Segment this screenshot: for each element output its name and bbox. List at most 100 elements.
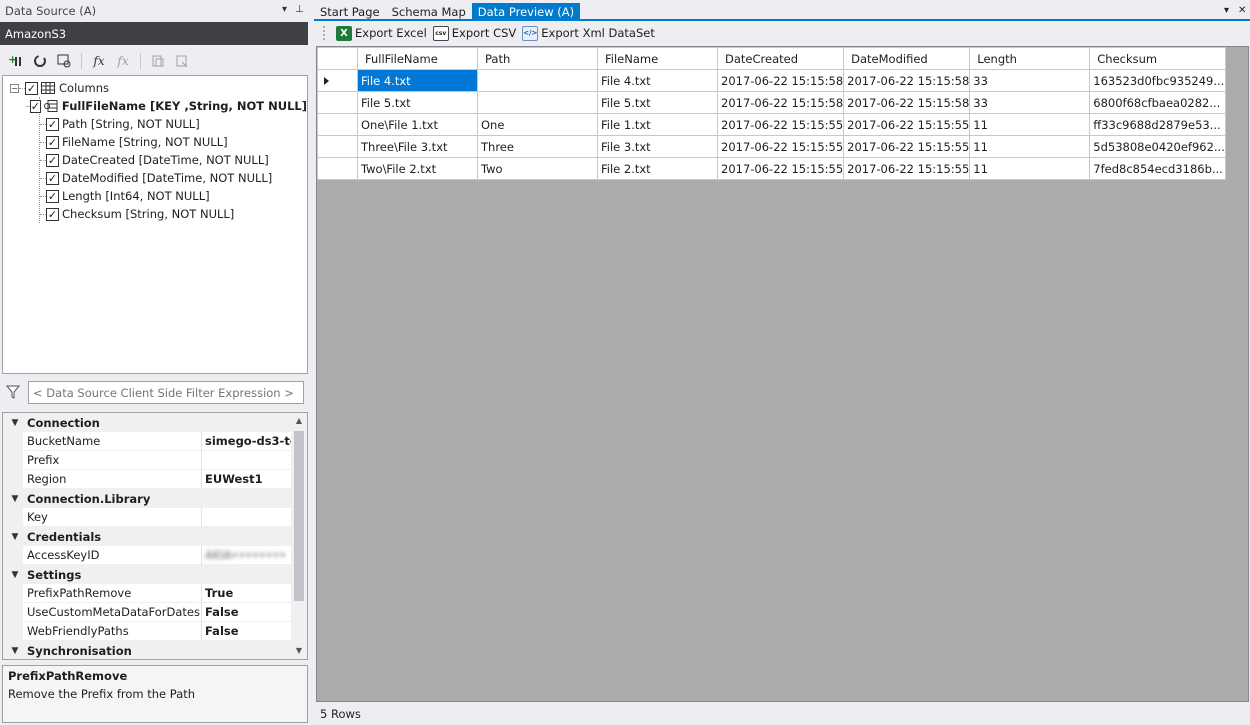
copy-icon[interactable] xyxy=(148,51,168,71)
grid-cell[interactable]: File 4.txt xyxy=(597,69,718,92)
grid-cell[interactable]: File 5.txt xyxy=(357,91,478,114)
column-header[interactable]: DateModified xyxy=(843,47,971,70)
tree-column-item[interactable]: ✓ FullFileName [KEY ,String, NOT NULL] xyxy=(3,97,307,115)
tree-column-item[interactable]: ✓ DateCreated [DateTime, NOT NULL] xyxy=(3,151,307,169)
column-header[interactable]: Path xyxy=(477,47,598,70)
property-row[interactable]: UseCustomMetaDataForDates False xyxy=(3,602,293,622)
scroll-up-icon[interactable]: ▲ xyxy=(291,413,307,429)
property-value[interactable]: simego-ds3-tes xyxy=(202,434,292,448)
tree-column-item[interactable]: ✓ FileName [String, NOT NULL] xyxy=(3,133,307,151)
grid-cell[interactable]: 2017-06-22 15:15:58 xyxy=(716,91,845,114)
column-checkbox[interactable]: ✓ xyxy=(29,99,41,113)
property-value[interactable]: True xyxy=(202,586,292,600)
chevron-down-icon[interactable]: ▼ xyxy=(3,646,27,656)
tab-dropdown-icon[interactable]: ▾ xyxy=(1224,5,1229,16)
grid-cell[interactable]: 2017-06-22 15:15:58 xyxy=(843,69,971,92)
grid-cell[interactable]: File 1.txt xyxy=(597,113,718,136)
export-csv-button[interactable]: csv Export CSV xyxy=(432,23,516,43)
table-row[interactable]: Two\File 2.txt Two File 2.txt 2017-06-22… xyxy=(317,157,1226,180)
chevron-down-icon[interactable]: ▼ xyxy=(3,418,27,428)
grid-cell[interactable]: 6800f68cfbaea0282... xyxy=(1089,91,1226,114)
tree-column-item[interactable]: ✓ Path [String, NOT NULL] xyxy=(3,115,307,133)
property-value[interactable]: False xyxy=(202,605,292,619)
property-scrollbar[interactable]: ▲ ▼ xyxy=(291,413,307,659)
grid-cell[interactable]: Two xyxy=(477,157,598,180)
tree-column-item[interactable]: ✓ Checksum [String, NOT NULL] xyxy=(3,205,307,223)
grid-cell[interactable]: Three\File 3.txt xyxy=(357,135,478,158)
close-icon[interactable]: ✕ xyxy=(1238,5,1246,16)
column-header[interactable]: FileName xyxy=(597,47,718,70)
grid-cell[interactable]: 2017-06-22 15:15:55 xyxy=(716,113,845,136)
table-row[interactable]: File 5.txt File 5.txt 2017-06-22 15:15:5… xyxy=(317,91,1226,114)
grid-cell[interactable]: ff33c9688d2879e53... xyxy=(1089,113,1226,136)
grid-cell[interactable]: 2017-06-22 15:15:58 xyxy=(843,91,971,114)
grid-cell[interactable] xyxy=(477,91,598,114)
column-header[interactable]: DateCreated xyxy=(716,47,845,70)
row-header[interactable] xyxy=(317,157,358,180)
grid-cell[interactable]: 33 xyxy=(969,91,1091,114)
tab-start-page[interactable]: Start Page xyxy=(314,3,386,20)
grid-cell[interactable]: 2017-06-22 15:15:58 xyxy=(716,69,845,92)
grid-cell[interactable]: 2017-06-22 15:15:55 xyxy=(716,157,845,180)
root-checkbox[interactable]: ✓ xyxy=(25,81,38,95)
property-category[interactable]: ▼ Settings xyxy=(3,565,293,584)
property-row[interactable]: PrefixPathRemove True xyxy=(3,583,293,603)
grid-cell[interactable]: 7fed8c854ecd3186b... xyxy=(1089,157,1226,180)
export-excel-button[interactable]: X Export Excel xyxy=(336,23,427,43)
property-row[interactable]: WebFriendlyPaths False xyxy=(3,621,293,641)
property-row[interactable]: Key xyxy=(3,507,293,527)
tab-schema-map[interactable]: Schema Map xyxy=(386,3,472,20)
grid-cell[interactable]: 11 xyxy=(969,135,1091,158)
row-header[interactable] xyxy=(317,113,358,136)
property-value[interactable]: AKIA•••••••• xyxy=(202,548,292,562)
property-row[interactable]: Region EUWest1 xyxy=(3,469,293,489)
connect-icon[interactable] xyxy=(54,51,74,71)
row-header[interactable] xyxy=(317,91,358,114)
column-header[interactable]: Length xyxy=(969,47,1091,70)
grid-cell[interactable]: One xyxy=(477,113,598,136)
function-edit-icon[interactable]: fx xyxy=(113,51,133,71)
column-checkbox[interactable]: ✓ xyxy=(46,171,59,185)
property-category[interactable]: ▼ Credentials xyxy=(3,527,293,546)
grid-cell[interactable]: 11 xyxy=(969,113,1091,136)
grid-cell[interactable]: One\File 1.txt xyxy=(357,113,478,136)
grid-cell[interactable]: 2017-06-22 15:15:55 xyxy=(716,135,845,158)
scroll-thumb[interactable] xyxy=(294,431,304,601)
tree-root-columns[interactable]: − ✓ Columns xyxy=(3,79,307,97)
grid-cell[interactable]: File 2.txt xyxy=(597,157,718,180)
grid-cell[interactable]: Two\File 2.txt xyxy=(357,157,478,180)
grid-cell[interactable]: 33 xyxy=(969,69,1091,92)
column-header[interactable]: FullFileName xyxy=(357,47,478,70)
property-row[interactable]: BucketName simego-ds3-tes xyxy=(3,431,293,451)
table-row[interactable]: Three\File 3.txt Three File 3.txt 2017-0… xyxy=(317,135,1226,158)
grid-cell[interactable]: 2017-06-22 15:15:55 xyxy=(843,135,971,158)
column-header[interactable]: Checksum xyxy=(1089,47,1226,70)
tree-column-item[interactable]: ✓ DateModified [DateTime, NOT NULL] xyxy=(3,169,307,187)
refresh-icon[interactable] xyxy=(30,51,50,71)
property-value[interactable]: EUWest1 xyxy=(202,472,292,486)
pin-icon[interactable]: ⊥ xyxy=(295,4,304,15)
chevron-down-icon[interactable]: ▼ xyxy=(3,532,27,542)
property-category[interactable]: ▼ Synchronisation xyxy=(3,641,293,659)
grid-cell[interactable]: 163523d0fbc935249... xyxy=(1089,69,1226,92)
tab-data-preview[interactable]: Data Preview (A) xyxy=(471,3,581,20)
paste-icon[interactable] xyxy=(172,51,192,71)
column-checkbox[interactable]: ✓ xyxy=(46,189,59,203)
grid-cell[interactable]: 2017-06-22 15:15:55 xyxy=(843,157,971,180)
column-checkbox[interactable]: ✓ xyxy=(46,207,59,221)
grid-cell[interactable]: 2017-06-22 15:15:55 xyxy=(843,113,971,136)
property-row[interactable]: AccessKeyID AKIA•••••••• xyxy=(3,545,293,565)
grid-cell[interactable]: 11 xyxy=(969,157,1091,180)
grid-cell[interactable]: 5d53808e0420ef962... xyxy=(1089,135,1226,158)
add-column-icon[interactable]: + xyxy=(6,51,26,71)
row-header[interactable] xyxy=(317,135,358,158)
property-category[interactable]: ▼ Connection xyxy=(3,413,293,432)
column-checkbox[interactable]: ✓ xyxy=(46,135,59,149)
collapse-icon[interactable]: − xyxy=(10,83,19,93)
table-row[interactable]: File 4.txt File 4.txt 2017-06-22 15:15:5… xyxy=(317,69,1226,92)
table-row[interactable]: One\File 1.txt One File 1.txt 2017-06-22… xyxy=(317,113,1226,136)
column-checkbox[interactable]: ✓ xyxy=(46,117,59,131)
function-icon[interactable]: fx xyxy=(89,51,109,71)
scroll-down-icon[interactable]: ▼ xyxy=(291,643,307,659)
tree-column-item[interactable]: ✓ Length [Int64, NOT NULL] xyxy=(3,187,307,205)
